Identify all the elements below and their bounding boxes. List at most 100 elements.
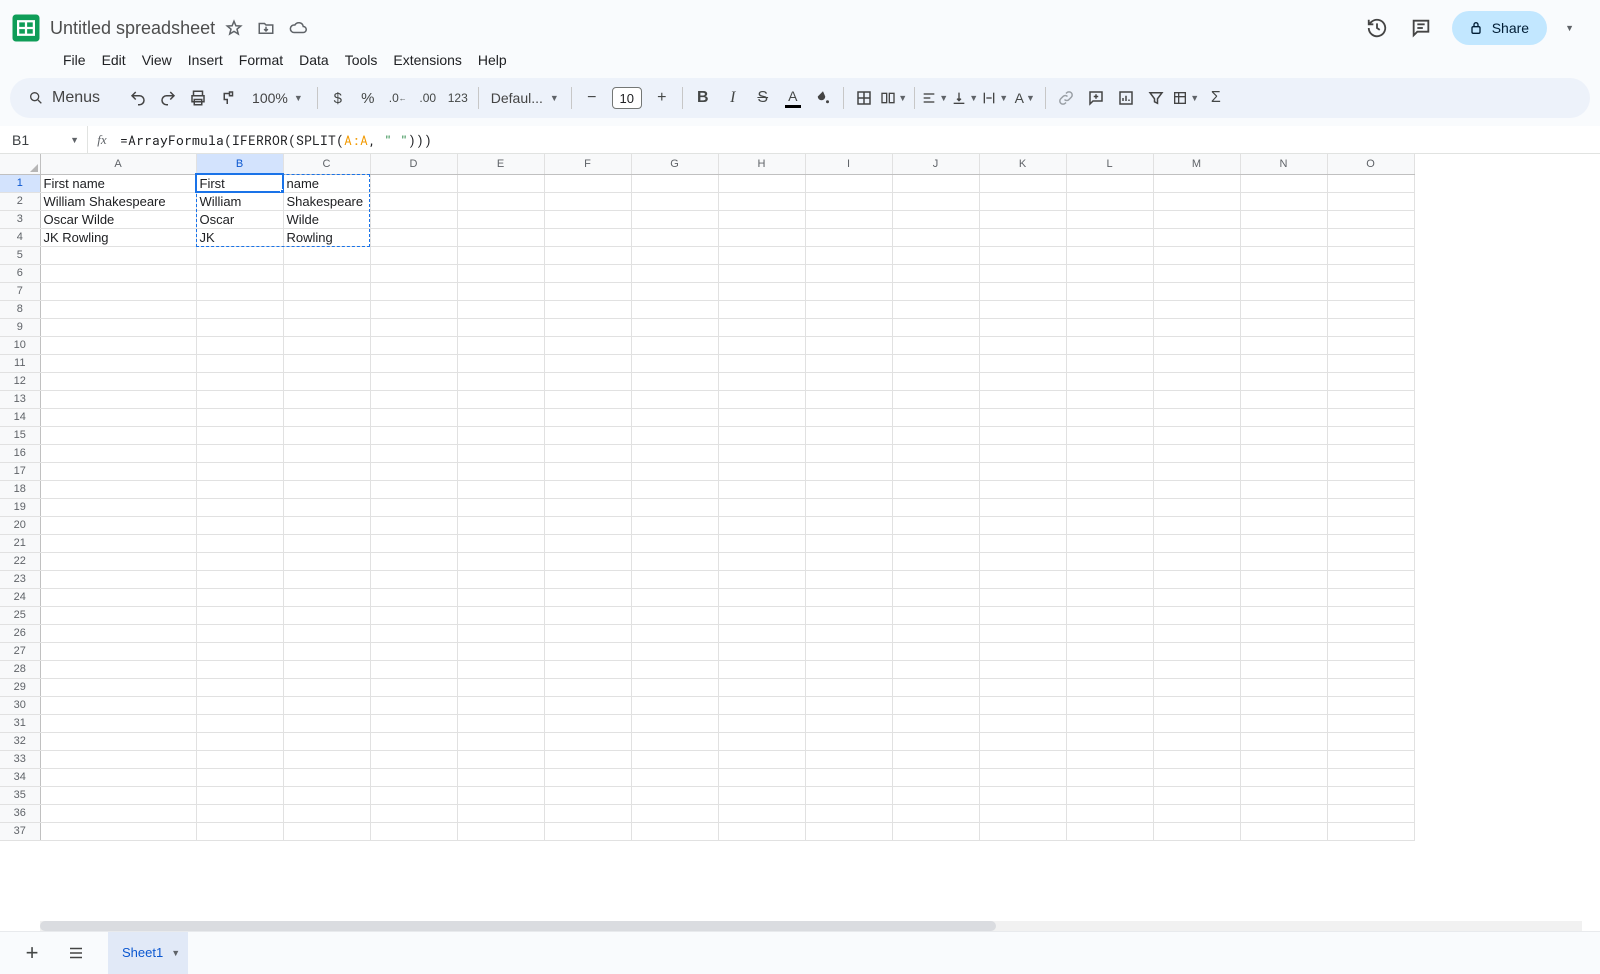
cell-I8[interactable] — [805, 300, 892, 318]
cell-H26[interactable] — [718, 624, 805, 642]
cell-C3[interactable]: Wilde — [283, 210, 370, 228]
cell-K8[interactable] — [979, 300, 1066, 318]
cell-G24[interactable] — [631, 588, 718, 606]
cell-N1[interactable] — [1240, 174, 1327, 192]
cell-O9[interactable] — [1327, 318, 1414, 336]
cell-M23[interactable] — [1153, 570, 1240, 588]
cell-I36[interactable] — [805, 804, 892, 822]
cell-F25[interactable] — [544, 606, 631, 624]
cell-A5[interactable] — [40, 246, 196, 264]
cell-C26[interactable] — [283, 624, 370, 642]
cell-J22[interactable] — [892, 552, 979, 570]
cell-O11[interactable] — [1327, 354, 1414, 372]
cell-N34[interactable] — [1240, 768, 1327, 786]
cell-M37[interactable] — [1153, 822, 1240, 840]
cell-N20[interactable] — [1240, 516, 1327, 534]
cell-K31[interactable] — [979, 714, 1066, 732]
redo-button[interactable] — [154, 84, 182, 112]
row-header-12[interactable]: 12 — [0, 372, 40, 390]
formula-bar[interactable]: =ArrayFormula(IFERROR(SPLIT(A:A, " "))) — [116, 131, 1600, 149]
cell-N24[interactable] — [1240, 588, 1327, 606]
cell-I13[interactable] — [805, 390, 892, 408]
cell-B24[interactable] — [196, 588, 283, 606]
cell-G13[interactable] — [631, 390, 718, 408]
cell-O19[interactable] — [1327, 498, 1414, 516]
format-123-button[interactable]: 123 — [444, 84, 472, 112]
menu-help[interactable]: Help — [471, 48, 514, 72]
cell-J18[interactable] — [892, 480, 979, 498]
cell-F8[interactable] — [544, 300, 631, 318]
cell-C32[interactable] — [283, 732, 370, 750]
cell-D9[interactable] — [370, 318, 457, 336]
cell-G8[interactable] — [631, 300, 718, 318]
cell-N19[interactable] — [1240, 498, 1327, 516]
cell-I11[interactable] — [805, 354, 892, 372]
cell-C1[interactable]: name — [283, 174, 370, 192]
cell-K11[interactable] — [979, 354, 1066, 372]
cell-G23[interactable] — [631, 570, 718, 588]
cell-I29[interactable] — [805, 678, 892, 696]
cell-D8[interactable] — [370, 300, 457, 318]
cell-B30[interactable] — [196, 696, 283, 714]
cell-J5[interactable] — [892, 246, 979, 264]
cell-B14[interactable] — [196, 408, 283, 426]
cell-D34[interactable] — [370, 768, 457, 786]
filter-views-button[interactable]: ▼ — [1172, 84, 1200, 112]
cell-G3[interactable] — [631, 210, 718, 228]
cell-O33[interactable] — [1327, 750, 1414, 768]
cell-C5[interactable] — [283, 246, 370, 264]
cell-A32[interactable] — [40, 732, 196, 750]
cell-K15[interactable] — [979, 426, 1066, 444]
column-header-C[interactable]: C — [283, 154, 370, 174]
cell-B21[interactable] — [196, 534, 283, 552]
cell-B5[interactable] — [196, 246, 283, 264]
cell-E5[interactable] — [457, 246, 544, 264]
cell-G27[interactable] — [631, 642, 718, 660]
cell-N11[interactable] — [1240, 354, 1327, 372]
cell-H20[interactable] — [718, 516, 805, 534]
cell-E6[interactable] — [457, 264, 544, 282]
cell-O29[interactable] — [1327, 678, 1414, 696]
cell-D31[interactable] — [370, 714, 457, 732]
cell-N2[interactable] — [1240, 192, 1327, 210]
cell-H30[interactable] — [718, 696, 805, 714]
cell-J9[interactable] — [892, 318, 979, 336]
cell-I9[interactable] — [805, 318, 892, 336]
row-header-32[interactable]: 32 — [0, 732, 40, 750]
cell-K16[interactable] — [979, 444, 1066, 462]
cell-F10[interactable] — [544, 336, 631, 354]
cell-E21[interactable] — [457, 534, 544, 552]
cell-F32[interactable] — [544, 732, 631, 750]
cell-N31[interactable] — [1240, 714, 1327, 732]
cell-F20[interactable] — [544, 516, 631, 534]
cell-B2[interactable]: William — [196, 192, 283, 210]
cell-K13[interactable] — [979, 390, 1066, 408]
cell-J25[interactable] — [892, 606, 979, 624]
cell-I34[interactable] — [805, 768, 892, 786]
cell-D1[interactable] — [370, 174, 457, 192]
fill-color-button[interactable] — [809, 84, 837, 112]
cell-N13[interactable] — [1240, 390, 1327, 408]
column-header-E[interactable]: E — [457, 154, 544, 174]
cell-I5[interactable] — [805, 246, 892, 264]
cell-E35[interactable] — [457, 786, 544, 804]
cell-B20[interactable] — [196, 516, 283, 534]
cell-B36[interactable] — [196, 804, 283, 822]
menu-extensions[interactable]: Extensions — [386, 48, 468, 72]
cell-E32[interactable] — [457, 732, 544, 750]
undo-button[interactable] — [124, 84, 152, 112]
cell-F31[interactable] — [544, 714, 631, 732]
cell-M4[interactable] — [1153, 228, 1240, 246]
font-size-input[interactable] — [612, 87, 642, 109]
cell-J4[interactable] — [892, 228, 979, 246]
cell-I30[interactable] — [805, 696, 892, 714]
cell-E36[interactable] — [457, 804, 544, 822]
column-header-D[interactable]: D — [370, 154, 457, 174]
filter-button[interactable] — [1142, 84, 1170, 112]
cell-J27[interactable] — [892, 642, 979, 660]
cell-H25[interactable] — [718, 606, 805, 624]
row-header-26[interactable]: 26 — [0, 624, 40, 642]
cell-H28[interactable] — [718, 660, 805, 678]
cell-O5[interactable] — [1327, 246, 1414, 264]
cell-I16[interactable] — [805, 444, 892, 462]
